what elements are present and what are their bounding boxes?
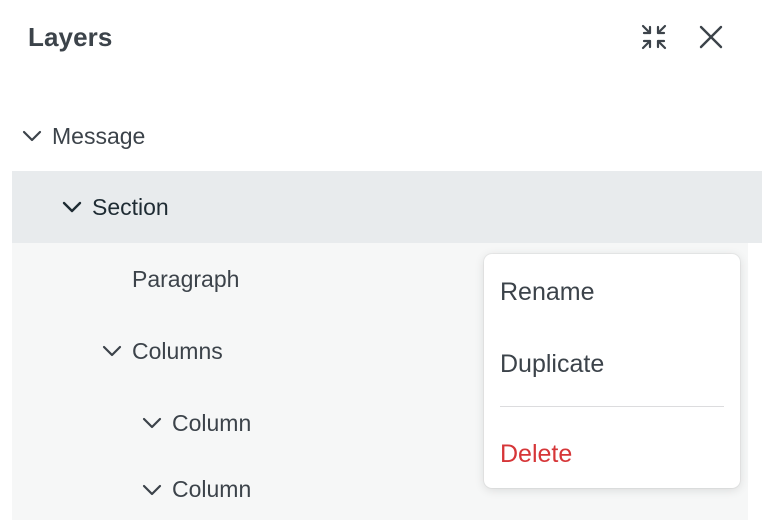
tree-item-label: Column	[172, 476, 252, 502]
chevron-down-icon[interactable]	[100, 339, 124, 363]
tree-item-label: Section	[92, 193, 169, 220]
rename-menu-item[interactable]: Rename	[484, 256, 740, 328]
chevron-down-icon[interactable]	[60, 195, 84, 219]
menu-divider	[500, 406, 724, 407]
close-button[interactable]	[691, 19, 731, 59]
panel-header: Layers	[0, 0, 762, 80]
tree-item-message[interactable]: Message	[12, 100, 756, 172]
duplicate-menu-item[interactable]: Duplicate	[484, 328, 740, 400]
chevron-down-icon[interactable]	[140, 478, 164, 502]
close-icon	[699, 25, 723, 54]
delete-menu-item[interactable]: Delete	[484, 418, 740, 490]
tree-item-section[interactable]: Section	[12, 171, 762, 243]
chevron-down-icon[interactable]	[20, 124, 44, 148]
collapse-button[interactable]	[634, 19, 674, 59]
panel-title: Layers	[28, 22, 113, 52]
tree-item-label: Paragraph	[132, 265, 240, 292]
collapse-arrows-icon	[639, 22, 669, 57]
tree-item-label: Message	[52, 122, 146, 149]
chevron-down-icon[interactable]	[140, 411, 164, 435]
context-menu: Rename Duplicate Delete	[484, 254, 740, 488]
tree-item-label: Columns	[132, 337, 223, 364]
tree-item-label: Column	[172, 409, 252, 436]
